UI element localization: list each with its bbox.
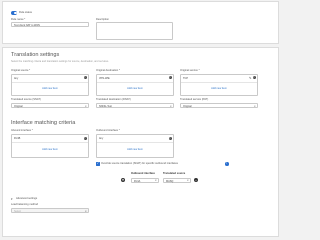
translation-subtitle: Select the matching criteria and transla… (11, 60, 109, 63)
add-row-icon[interactable]: ▾ (121, 178, 125, 182)
chevron-down-icon: ▾ (187, 179, 189, 183)
main-card: Translation settings Select the matching… (2, 47, 279, 237)
add-inbound-interface-link[interactable]: Add new item (12, 148, 88, 151)
add-original-destination-link[interactable]: Add new item (97, 87, 173, 90)
chevron-down-icon: ▾ (170, 104, 172, 108)
add-original-service-link[interactable]: Add new item (181, 87, 257, 90)
description-textarea[interactable] (96, 22, 173, 40)
close-icon[interactable]: × (168, 76, 172, 80)
override-interface-select[interactable]: PortA ▾ (131, 177, 159, 183)
original-service-label: Original service * (180, 69, 200, 72)
inbound-interface-box: PortB × Add new item (11, 134, 89, 158)
interface-title: Interface matching criteria (11, 120, 76, 126)
translated-source-label: Translated source (SNAT) (11, 98, 41, 101)
chevron-down-icon: ▾ (85, 209, 87, 213)
translated-destination-select[interactable]: NNNG-Test ▾ (96, 103, 174, 108)
inbound-interface-value: PortB (14, 137, 21, 140)
original-destination-label: Original destination * (96, 69, 120, 72)
info-icon[interactable]: i (225, 162, 229, 166)
outbound-interface-value: Any (99, 137, 104, 140)
translated-source-select[interactable]: Original ▾ (11, 103, 89, 108)
close-icon[interactable]: × (168, 136, 172, 140)
rule-status-toggle[interactable] (11, 11, 17, 15)
remove-row-icon[interactable]: – (194, 178, 198, 182)
advanced-settings-toggle[interactable]: ▾ Advanced settings (11, 197, 91, 201)
override-snat-checkbox[interactable]: ✓ (96, 161, 100, 166)
translated-source-column-header: Translated source (163, 172, 186, 175)
chevron-down-icon: ▾ (11, 196, 13, 201)
original-service-value: TCP (183, 76, 188, 80)
translation-title: Translation settings (11, 52, 60, 58)
outbound-interface-box: Any × Add new item (96, 134, 174, 158)
close-icon[interactable]: × (252, 76, 256, 80)
original-source-box: Any × Add new item (11, 73, 89, 96)
outbound-interface-column-header: Outbound interface (131, 172, 155, 175)
rule-status-label: Rule status (19, 10, 32, 14)
add-original-source-link[interactable]: Add new item (12, 87, 88, 90)
rule-card: Rule status Rule name * Test client NAT … (2, 1, 279, 44)
close-icon[interactable]: × (83, 76, 87, 80)
override-snat-label: Override source translation (SNAT) for s… (101, 161, 178, 165)
edit-icon[interactable]: ✎ (249, 76, 252, 80)
advanced-settings-label: Advanced settings (16, 196, 38, 200)
translated-service-label: Translated service (PAT) (180, 98, 209, 101)
inbound-interface-label: Inbound interface * (11, 129, 33, 132)
description-label: Description (96, 17, 109, 21)
original-destination-value: VPN-WIE (99, 76, 110, 80)
load-balancing-select[interactable]: Select ▾ (11, 208, 89, 213)
close-icon[interactable]: × (83, 136, 87, 140)
original-source-value: Any (14, 76, 19, 80)
rule-name-label: Rule name * (11, 17, 26, 21)
original-service-box: TCP ✎ × Add new item (180, 73, 258, 96)
original-destination-box: VPN-WIE × Add new item (96, 73, 174, 96)
original-source-label: Original source * (11, 69, 31, 72)
add-outbound-interface-link[interactable]: Add new item (97, 148, 173, 151)
translated-service-select[interactable]: Original ▾ (180, 103, 258, 108)
chevron-down-icon: ▾ (85, 104, 87, 108)
outbound-interface-label: Outbound interface * (96, 129, 120, 132)
override-source-select[interactable]: MASQ ▾ (163, 177, 191, 183)
load-balancing-label: Load balancing method (11, 203, 38, 206)
rule-name-input[interactable]: Test client NAT to WAN (11, 22, 89, 27)
chevron-down-icon: ▾ (254, 104, 256, 108)
translated-destination-label: Translated destination (DNAT) (96, 98, 131, 101)
chevron-down-icon: ▾ (155, 179, 157, 183)
